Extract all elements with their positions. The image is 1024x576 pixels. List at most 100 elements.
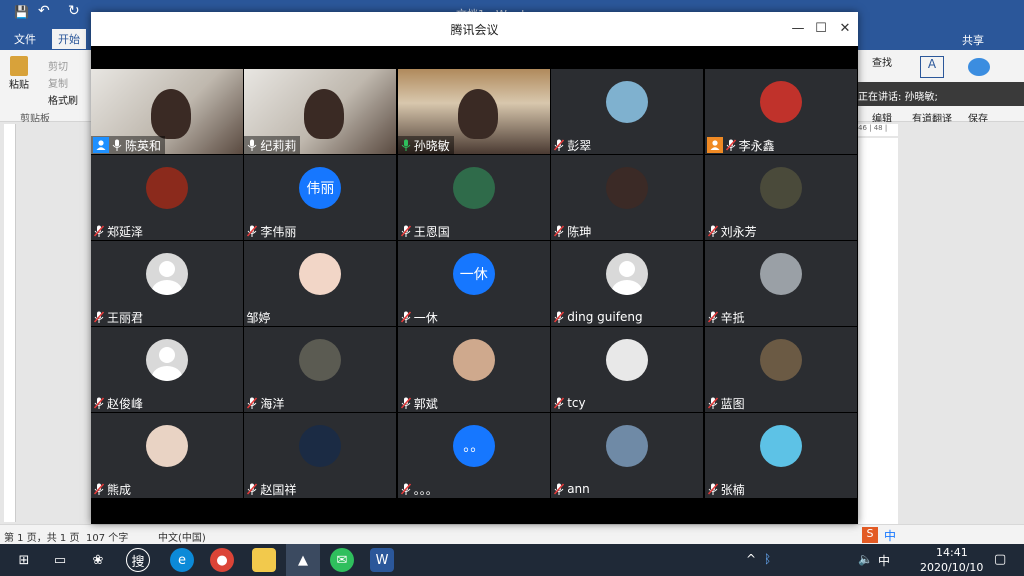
participant-name: 郭斌 [413,396,438,411]
save-icon[interactable]: 💾 [14,5,29,19]
notification-icon[interactable]: ▢ [994,552,1006,567]
format-painter-button[interactable]: 格式刷 [48,92,78,107]
avatar [299,253,342,295]
participant-tile[interactable]: 熊成 [91,413,243,498]
mic-muted-icon [707,396,719,410]
participant-tile[interactable]: 刘永芳 [704,155,857,240]
participant-name: 李伟丽 [260,224,297,239]
clock-date[interactable]: 2020/10/10 [920,561,983,574]
participant-tile[interactable]: 海洋 [244,327,397,412]
participant-tile[interactable]: tcy [551,327,704,412]
participant-name: 辛抵 [720,310,745,325]
avatar [146,425,188,467]
participant-tile[interactable]: ding guifeng [551,241,704,326]
participant-tile[interactable]: 郑延泽 [91,155,243,240]
document-page[interactable] [858,138,898,524]
participant-tile[interactable]: 陈珅 [551,155,704,240]
mic-muted-icon [93,224,105,238]
share-button[interactable]: 共享 [962,32,984,48]
edge-icon[interactable]: e [170,548,194,572]
participant-name: 孙晓敏 [413,138,450,153]
word-count[interactable]: 107 个字 [86,529,128,544]
meeting-title: 腾讯会议 [450,23,499,37]
cut-button[interactable]: 剪切 [48,58,68,73]
baidu-netdisk-icon[interactable] [968,58,990,76]
name-bar: 李伟丽 [244,222,300,240]
close-button[interactable]: ✕ [835,19,855,39]
participant-tile[interactable]: 辛抵 [704,241,857,326]
avatar [452,167,495,209]
name-bar: 。。。 [398,480,442,498]
participant-tile[interactable]: 张楠 [704,413,857,498]
participant-tile[interactable]: 陈英和 [91,69,243,154]
name-bar: 刘永芳 [705,222,761,240]
language-indicator[interactable]: 中文(中国) [158,529,206,544]
participant-tile[interactable]: 一休 一休 [397,241,550,326]
name-bar: 王恩国 [398,222,454,240]
name-bar: 海洋 [244,394,288,412]
mic-muted-icon [707,224,719,238]
word-icon[interactable]: W [370,548,394,572]
tencent-meeting-taskbar-icon[interactable]: ▲ [286,544,320,576]
participant-tile[interactable]: 王丽君 [91,241,243,326]
file-explorer-icon[interactable] [252,548,276,572]
find-button[interactable]: 查找 [872,54,892,69]
participant-tile[interactable]: 伟丽 李伟丽 [244,155,397,240]
sogou-ime-icon[interactable]: S [862,527,878,543]
tray-chevron-icon[interactable]: ^ [746,552,756,566]
participant-tile[interactable]: 李永鑫 [704,69,857,154]
chrome-icon[interactable]: ● [210,548,234,572]
participant-silhouette [304,89,345,139]
participant-tile[interactable]: 王恩国 [397,155,550,240]
text-avatar: 一休 [452,253,495,295]
paste-button[interactable]: 粘贴 [6,56,32,96]
mic-muted-icon [553,482,565,496]
volume-icon[interactable]: 🔈 [858,552,873,566]
participant-name: 。。。 [413,482,438,497]
maximize-button[interactable]: ☐ [811,19,831,39]
participant-tile[interactable]: 孙晓敏 [397,69,550,154]
redo-icon[interactable]: ↻ [68,3,80,19]
mic-muted-icon [707,482,719,496]
task-view-icon[interactable]: ▭ [48,548,72,572]
mic-muted-icon [246,224,258,238]
participant-tile[interactable]: ann [551,413,704,498]
participant-name: 李永鑫 [738,138,775,153]
undo-icon[interactable]: ↶ [38,3,50,19]
default-avatar-icon [606,253,649,295]
participant-tile[interactable]: 赵国祥 [244,413,397,498]
clock-time[interactable]: 14:41 [936,546,968,559]
participant-tile[interactable]: 纪莉莉 [244,69,397,154]
text-avatar: 伟丽 [299,167,342,209]
mic-muted-icon [246,482,258,496]
mic-muted-icon [553,396,565,410]
wechat-icon[interactable]: ✉ [330,548,354,572]
participant-tile[interactable]: 赵俊峰 [91,327,243,412]
tab-home[interactable]: 开始 [52,29,86,49]
name-bar: 赵国祥 [244,480,300,498]
participant-tile[interactable]: 郭斌 [397,327,550,412]
start-button[interactable]: ⊞ [12,548,36,572]
participant-tile[interactable]: 邹婷 [244,241,397,326]
bluetooth-icon[interactable]: ᛒ [764,552,771,566]
app-icon[interactable]: ❀ [86,548,110,572]
avatar [606,167,649,209]
tab-file[interactable]: 文件 [14,31,36,47]
participant-name: 纪莉莉 [260,138,297,153]
participant-tile[interactable]: 蓝图 [704,327,857,412]
participant-tile[interactable]: 彭翠 [551,69,704,154]
minimize-button[interactable]: — [788,19,808,39]
page-count[interactable]: 第 1 页，共 1 页 [4,529,79,544]
participant-name: 蓝图 [720,396,745,411]
default-avatar-icon [146,253,188,295]
search-app-icon[interactable]: 搜 [126,548,150,572]
name-bar: tcy [551,394,589,412]
replace-icon[interactable]: A [920,56,944,78]
name-bar: 陈英和 [91,136,166,154]
ime-mode[interactable]: 中 [884,527,896,544]
mic-muted-icon [400,310,412,324]
tray-ime[interactable]: 中 [878,552,890,569]
copy-button[interactable]: 复制 [48,75,68,90]
participant-tile[interactable]: 。。。。。 [397,413,550,498]
tencent-meeting-window: 腾讯会议 — ☐ ✕ 陈英和 纪莉莉 孙晓敏 彭翠 李永鑫 郑延泽 伟丽 李伟丽 王恩国 陈珅 刘永… [91,12,858,524]
